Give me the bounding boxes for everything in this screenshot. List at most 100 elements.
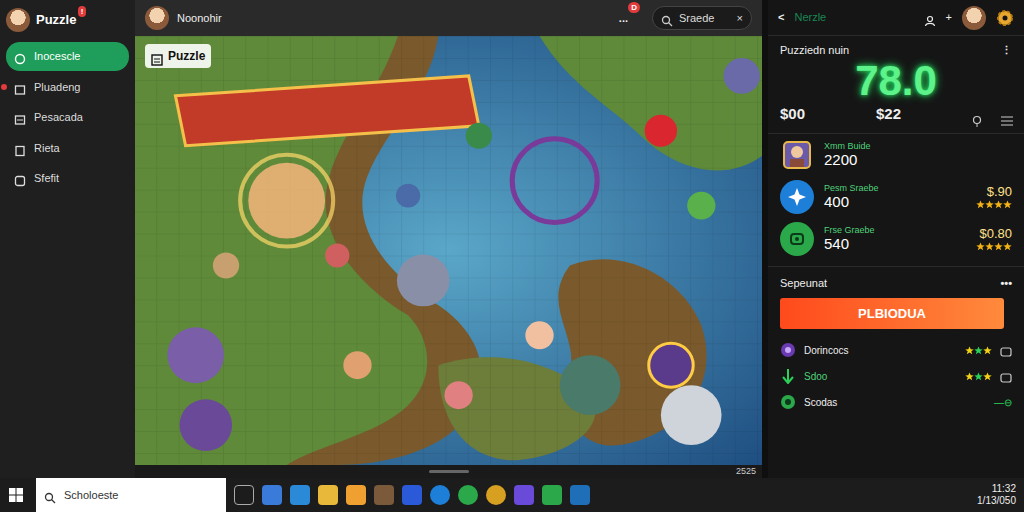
app-window: Puzzle! Inocescle Pluadeng Pesacada Rieta Sfe…	[0, 0, 1024, 512]
star-icon	[1003, 200, 1012, 209]
scroll-handle[interactable]	[429, 470, 469, 473]
info-row[interactable]: Dorincocs	[768, 337, 1024, 363]
sidebar-label: Rieta	[34, 140, 60, 157]
player-row[interactable]: Frse Graebe540 $0.80	[768, 218, 1024, 260]
app-icon[interactable]	[542, 485, 562, 505]
menu-badge: D	[628, 2, 640, 13]
sidebar: Puzzle! Inocescle Pluadeng Pesacada Rieta Sfe…	[0, 0, 135, 478]
star-icon	[983, 346, 992, 355]
info-row[interactable]: Sdoo	[768, 363, 1024, 389]
star-icon	[985, 242, 994, 251]
profile-avatar-icon[interactable]	[962, 6, 986, 30]
star-icon	[994, 200, 1003, 209]
star-icon	[983, 372, 992, 381]
person-icon[interactable]	[924, 12, 936, 24]
panel-header: <Nerzle+	[768, 0, 1024, 36]
app-icon[interactable]	[486, 485, 506, 505]
price-text: $0.80	[979, 227, 1012, 241]
star-icon	[985, 200, 994, 209]
star-icon	[965, 346, 974, 355]
clear-button[interactable]: ×	[737, 10, 743, 27]
back-button[interactable]: <	[778, 9, 784, 26]
app-avatar-icon	[6, 8, 30, 32]
center-area: Noonohir...DSraede× Puzzle 2525	[135, 0, 762, 478]
player-info: Frse Graebe540	[824, 226, 966, 252]
star-icon	[994, 242, 1003, 251]
sidebar-label: Inocescle	[34, 48, 80, 65]
star-rating	[976, 200, 1012, 209]
sidebar-item[interactable]: Pluadeng	[6, 73, 129, 102]
down-arrow-icon	[780, 368, 796, 384]
clock-date: 1/13/050	[977, 495, 1016, 507]
add-button[interactable]: +	[946, 9, 952, 26]
square-icon	[1000, 344, 1012, 356]
player-name: Xmm Buide	[824, 142, 1002, 152]
taskbar-search-text: Scholoeste	[64, 487, 118, 504]
clock[interactable]: 11:321/13/050	[977, 483, 1016, 507]
user-name: Noonohir	[177, 10, 611, 27]
square-icon	[1000, 370, 1012, 382]
star-icon	[976, 242, 985, 251]
app-icon[interactable]	[318, 485, 338, 505]
taskbar-search[interactable]: Scholoeste	[36, 478, 226, 512]
player-name: Frse Graebe	[824, 226, 966, 236]
star-icon	[976, 200, 985, 209]
puzzle-icon	[151, 50, 163, 62]
section-title: Sepeunat	[780, 275, 827, 292]
player-value: 540	[824, 236, 966, 253]
section-more-button[interactable]: •••	[1000, 275, 1012, 292]
app-icon[interactable]	[346, 485, 366, 505]
puzzle-label: Puzzle	[145, 44, 211, 68]
star-icon	[974, 346, 983, 355]
puzzle-board[interactable]: Puzzle	[135, 36, 762, 465]
sidebar-item[interactable]: Sfefit	[6, 164, 129, 193]
sidebar-label: Pesacada	[34, 109, 83, 126]
section-header: Sepeunat •••	[768, 266, 1024, 296]
play-button[interactable]: PLBIODUA	[780, 298, 1004, 330]
app-icon[interactable]	[514, 485, 534, 505]
player-row[interactable]: Pesm Sraebe400 $.90	[768, 176, 1024, 218]
gear-icon[interactable]	[996, 9, 1014, 27]
player-price: $.90	[976, 185, 1012, 208]
pin-icon	[972, 108, 984, 120]
app-icon[interactable]	[402, 485, 422, 505]
player-name: Pesm Sraebe	[824, 184, 966, 194]
info-row[interactable]: Scodas—⊖	[768, 389, 1024, 415]
info-label: Sdoo	[804, 369, 957, 384]
user-avatar-icon[interactable]	[145, 6, 169, 30]
menu-icon	[14, 50, 26, 62]
search-field[interactable]: Sraede ×	[652, 6, 752, 30]
sidebar-item[interactable]: Pesacada	[6, 103, 129, 132]
taskbar: Scholoeste 11:321/13/050	[0, 478, 1024, 512]
app-icon[interactable]	[262, 485, 282, 505]
player-avatar-icon	[780, 138, 814, 172]
app-icon[interactable]	[458, 485, 478, 505]
sidebar-label: Pluadeng	[34, 79, 81, 96]
player-info: Xmm Buide2200	[824, 142, 1002, 168]
menu-button[interactable]: ...D	[619, 10, 628, 27]
app-icon[interactable]	[234, 485, 254, 505]
puzzle-title: Puzzle	[168, 47, 205, 65]
score-card-title: Puzziedn nuin	[780, 42, 849, 59]
sidebar-item[interactable]: Rieta	[6, 134, 129, 163]
player-price: $0.80	[976, 227, 1012, 250]
price-text: $.90	[987, 185, 1012, 199]
search-icon	[44, 489, 56, 501]
money-right: $22	[821, 103, 956, 126]
shield-badge-icon	[780, 222, 814, 256]
menu-icon	[14, 111, 26, 123]
app-icon[interactable]	[374, 485, 394, 505]
menu-icon	[14, 81, 26, 93]
windows-icon[interactable]	[8, 487, 24, 503]
app-icon[interactable]	[290, 485, 310, 505]
app-title: Puzzle!	[36, 10, 76, 30]
app-icon[interactable]	[430, 485, 450, 505]
more-button[interactable]: ⋮	[1001, 42, 1012, 59]
sidebar-item[interactable]: Inocescle	[6, 42, 129, 71]
score-value: 78.0	[780, 59, 1012, 103]
app-icon[interactable]	[570, 485, 590, 505]
search-value: Sraede	[679, 10, 731, 27]
player-row[interactable]: Xmm Buide2200	[768, 134, 1024, 176]
player-info: Pesm Sraebe400	[824, 184, 966, 210]
star-icon	[965, 372, 974, 381]
